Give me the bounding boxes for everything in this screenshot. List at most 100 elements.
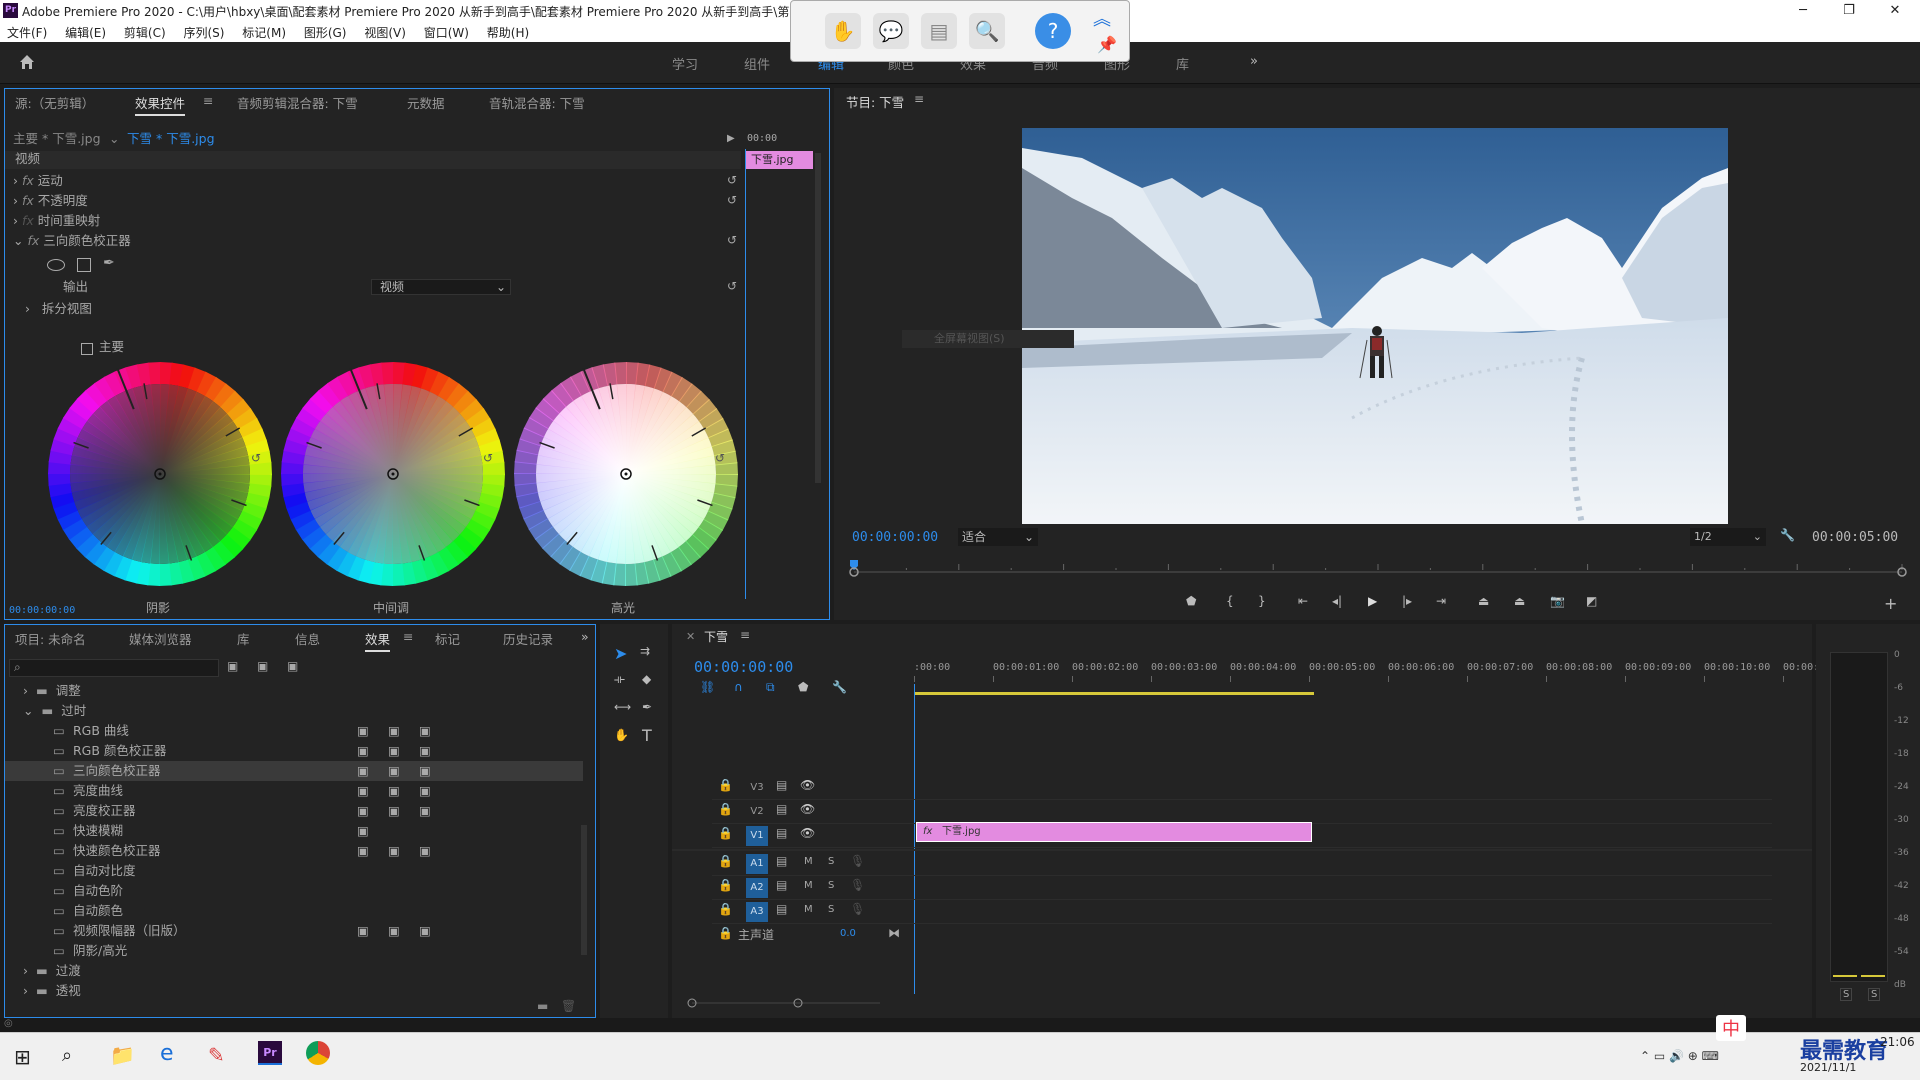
slip-icon[interactable]: ⟷ — [614, 700, 631, 714]
type-tool-icon[interactable]: T — [642, 726, 652, 745]
add-marker-icon[interactable]: ⬟ — [798, 680, 808, 694]
workspace-libraries[interactable]: 库 — [1176, 54, 1189, 73]
selection-tool-icon[interactable]: ➤ — [614, 644, 627, 663]
expand-icon[interactable]: › — [13, 213, 18, 228]
menu-window[interactable]: 窗口(W) — [417, 22, 476, 41]
reset-icon[interactable]: ↺ — [483, 451, 493, 465]
nest-icon[interactable]: ⛓ — [700, 680, 715, 694]
lock-icon[interactable]: 🔒 — [718, 926, 733, 940]
eye-icon[interactable]: 👁 — [800, 826, 815, 840]
solo-button[interactable]: S — [828, 904, 834, 915]
effect-item[interactable]: ▭ 快速模糊 ▣ — [5, 821, 583, 841]
effect-item[interactable]: ▭ 阴影/高光 — [5, 941, 583, 961]
program-title[interactable]: 节目: 下雪 — [846, 92, 904, 111]
mic-icon[interactable]: 🎙 — [850, 878, 865, 892]
go-to-end-icon[interactable]: ⧓ — [888, 926, 900, 940]
rectangle-mask-icon[interactable] — [77, 258, 91, 272]
master-checkbox[interactable] — [81, 343, 93, 355]
effect-item[interactable]: ▭ 自动色阶 — [5, 881, 583, 901]
panel-menu-icon[interactable]: ≡ — [740, 628, 750, 642]
tab-media-browser[interactable]: 媒体浏览器 — [129, 629, 192, 648]
effect-item[interactable]: ▭ 自动对比度 — [5, 861, 583, 881]
eye-icon[interactable]: 👁 — [800, 802, 815, 816]
midtones-wheel[interactable] — [281, 362, 505, 586]
mute-button[interactable]: M — [804, 856, 813, 867]
tab-metadata[interactable]: 元数据 — [407, 93, 445, 112]
mark-out-icon[interactable]: } — [1258, 594, 1266, 608]
program-video-frame[interactable] — [1022, 128, 1728, 524]
timeline-timecode[interactable]: 00:00:00:00 — [694, 658, 793, 676]
reset-icon[interactable]: ↺ — [251, 451, 261, 465]
track-select-icon[interactable]: ⇉ — [640, 644, 650, 658]
panel-menu-icon[interactable]: ≡ — [403, 629, 413, 644]
expand-icon[interactable]: › — [13, 173, 18, 188]
sync-lock-icon[interactable]: ▤ — [776, 826, 787, 840]
program-timecode[interactable]: 00:00:00:00 — [852, 530, 938, 545]
workspace-more-icon[interactable]: » — [1250, 54, 1258, 69]
track-target[interactable]: A3 — [746, 902, 768, 922]
search-doc-icon[interactable]: 🔍 — [969, 13, 1005, 49]
expand-icon[interactable]: › — [13, 193, 18, 208]
reset-icon[interactable]: ↺ — [727, 279, 737, 293]
clip-label[interactable]: 下雪 * 下雪.jpg — [127, 129, 215, 149]
menu-help[interactable]: 帮助(H) — [480, 22, 536, 41]
panel-menu-icon[interactable]: ≡ — [914, 92, 924, 106]
sync-lock-icon[interactable]: ▤ — [776, 802, 787, 816]
tab-libraries[interactable]: 库 — [237, 629, 250, 648]
paint-icon[interactable]: ✎ — [208, 1043, 225, 1067]
tab-project[interactable]: 项目: 未命名 — [15, 629, 86, 648]
step-forward-icon[interactable]: |▸ — [1402, 594, 1412, 608]
ec-clip-bar[interactable]: 下雪.jpg — [745, 151, 813, 169]
highlights-wheel[interactable] — [514, 362, 738, 586]
sync-lock-icon[interactable]: ▤ — [776, 878, 787, 892]
menu-sequence[interactable]: 序列(S) — [176, 22, 231, 41]
timeline-h-scroll[interactable] — [686, 996, 886, 1010]
chrome-icon[interactable] — [306, 1041, 330, 1065]
split-view-row[interactable]: › 拆分视图 — [25, 299, 92, 319]
pen-icon[interactable]: ✒ — [642, 700, 652, 714]
expand-icon[interactable]: › — [23, 963, 28, 978]
extract-icon[interactable]: ⏏ — [1514, 594, 1525, 608]
ec-timecode[interactable]: 00:00:00:00 — [9, 605, 75, 616]
effect-folder[interactable]: ⌄ ▬ 过时 — [23, 701, 86, 721]
v1-clip[interactable]: fx 下雪.jpg — [916, 822, 1312, 842]
menu-view[interactable]: 视图(V) — [357, 22, 413, 41]
quality-dropdown[interactable]: 1/2 ⌄ — [1690, 528, 1766, 546]
sync-lock-icon[interactable]: ▤ — [776, 778, 787, 792]
linked-selection-icon[interactable]: ⧉ — [766, 680, 775, 695]
ellipse-mask-icon[interactable] — [47, 259, 65, 271]
timeline-settings-icon[interactable]: 🔧 — [832, 680, 847, 694]
meter-solo-right[interactable]: S — [1868, 988, 1881, 1001]
premiere-taskbar-icon[interactable]: Pr — [258, 1041, 282, 1065]
track-target[interactable]: A1 — [746, 854, 768, 874]
hand-tool-icon[interactable]: ✋ — [614, 728, 629, 742]
track-target[interactable]: A2 — [746, 878, 768, 898]
menu-file[interactable]: 文件(F) — [0, 22, 54, 41]
maximize-button[interactable]: ❐ — [1826, 0, 1872, 22]
effect-time-remap[interactable]: › fx 时间重映射 — [13, 211, 100, 231]
close-tab-icon[interactable]: ✕ — [686, 630, 695, 643]
expand-icon[interactable]: › — [25, 301, 30, 316]
tab-markers[interactable]: 标记 — [435, 629, 460, 648]
search-icon[interactable]: ⌕ — [62, 1045, 72, 1066]
lock-icon[interactable]: 🔒 — [718, 854, 733, 868]
go-to-out-icon[interactable]: ⇥ — [1436, 594, 1446, 608]
lock-icon[interactable]: 🔒 — [718, 878, 733, 892]
eye-icon[interactable]: 👁 — [800, 778, 815, 792]
collapse-icon[interactable]: ⌄ — [23, 703, 33, 718]
home-icon[interactable] — [18, 53, 36, 71]
sync-lock-icon[interactable]: ▤ — [776, 902, 787, 916]
timeline-ruler[interactable]: :00:00 00:00:01:00 00:00:02:00 00:00:03:00 0… — [914, 662, 1825, 702]
new-folder-icon[interactable]: ▬ — [537, 999, 548, 1013]
sync-lock-icon[interactable]: ▤ — [776, 854, 787, 868]
lock-icon[interactable]: 🔒 — [718, 902, 733, 916]
wrench-icon[interactable]: 🔧 — [1780, 528, 1795, 542]
effect-item[interactable]: ▭ 视频限幅器（旧版） ▣ ▣ ▣ — [5, 921, 583, 941]
collapse-icon[interactable]: ⌄ — [13, 233, 23, 248]
tab-source[interactable]: 源:（无剪辑） — [15, 93, 94, 112]
program-scrubber[interactable] — [848, 558, 1908, 580]
lock-icon[interactable]: 🔒 — [718, 778, 733, 792]
lock-icon[interactable]: 🔒 — [718, 802, 733, 816]
effect-three-way-cc[interactable]: ⌄ fx 三向颜色校正器 — [13, 231, 131, 251]
menu-graphics[interactable]: 图形(G) — [297, 22, 354, 41]
